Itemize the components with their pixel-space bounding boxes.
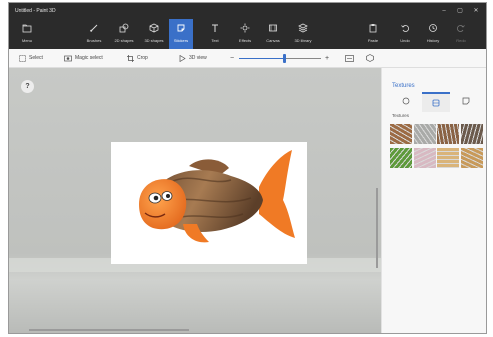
zoom-slider-fill [239, 58, 285, 59]
menu-button[interactable]: Menu [15, 19, 39, 49]
textures-section-label: Textures [392, 113, 410, 118]
undo-icon [401, 25, 409, 32]
tab-stickers[interactable] [392, 92, 420, 110]
3d-library-label: 3D library [294, 38, 312, 43]
redo-label: Redo [456, 38, 466, 43]
3d-view-label: 3D view [189, 55, 207, 61]
texture-swatch-wood-bark[interactable] [390, 124, 412, 144]
select-icon [19, 54, 26, 62]
settings-button[interactable] [366, 54, 374, 62]
canvas-label: Canvas [266, 38, 280, 43]
toolbar: Select Magic select Crop 3D view − + [9, 49, 486, 68]
magic-select-label: Magic select [75, 55, 103, 61]
clipboard-icon [369, 24, 377, 33]
fit-screen-icon [345, 54, 354, 62]
effects-tool[interactable]: Effects [233, 19, 257, 49]
2d-shapes-icon [119, 23, 129, 33]
cube-view-icon [366, 54, 374, 62]
brushes-tool[interactable]: Brushes [82, 19, 106, 49]
ribbon: Menu Brushes 2D shapes 3D shapes Sticker… [9, 19, 486, 49]
undo-button[interactable]: Undo [393, 19, 417, 49]
menu-label: Menu [21, 38, 32, 43]
library-icon [298, 23, 308, 33]
text-label: Text [211, 38, 219, 43]
vertical-scrollbar[interactable] [376, 188, 378, 268]
texture-swatch-pebbles[interactable] [460, 124, 483, 144]
paint3d-window: Untitled - Paint 3D – ▢ ✕ Menu Brushes 2… [8, 2, 487, 334]
folder-icon [22, 24, 32, 33]
texture-tab-icon [432, 99, 440, 107]
stickers-panel: Textures Textures [381, 68, 486, 333]
title-bar: Untitled - Paint 3D – ▢ ✕ [9, 3, 486, 19]
close-button[interactable]: ✕ [471, 6, 481, 16]
canvas-tool[interactable]: Canvas [261, 19, 285, 49]
texture-swatch-oak-wood[interactable] [460, 148, 483, 168]
2d-shapes-label: 2D shapes [114, 38, 134, 43]
tab-textures[interactable] [422, 92, 450, 112]
fish-3d-model[interactable] [111, 142, 307, 264]
texture-swatch-pink-marble[interactable] [413, 148, 436, 168]
3d-view-icon [179, 54, 186, 62]
sticker-tabs [382, 82, 486, 112]
2d-shapes-tool[interactable]: 2D shapes [112, 19, 136, 49]
crop-icon [127, 54, 134, 62]
text-tool[interactable]: Text [203, 19, 227, 49]
crop-label: Crop [137, 55, 148, 61]
canvas-workspace[interactable]: ? [9, 68, 381, 333]
sticker-tab-icon [402, 97, 410, 105]
window-title: Untitled - Paint 3D [15, 8, 56, 14]
maximize-button[interactable]: ▢ [455, 6, 465, 16]
select-button[interactable]: Select [19, 54, 43, 62]
magic-select-icon [64, 55, 72, 61]
sticker-icon [177, 24, 185, 32]
custom-sticker-icon [462, 97, 470, 105]
zoom-slider-thumb[interactable] [282, 54, 286, 63]
drawing-canvas[interactable] [111, 142, 307, 264]
texture-swatch-green-leaves[interactable] [390, 148, 412, 168]
magic-select-button[interactable]: Magic select [64, 54, 103, 62]
horizontal-scrollbar[interactable] [29, 329, 189, 331]
texture-swatch-brown-fur[interactable] [437, 124, 459, 144]
canvas-icon [269, 24, 277, 32]
text-icon [212, 24, 218, 32]
history-button[interactable]: History [421, 19, 445, 49]
brush-icon [90, 24, 98, 32]
zoom-in-icon[interactable]: + [325, 54, 329, 62]
help-button[interactable]: ? [21, 80, 34, 93]
stickers-label: Stickers [173, 38, 189, 43]
history-icon [429, 24, 437, 32]
sun-icon [240, 23, 250, 33]
3d-view-button[interactable]: 3D view [179, 54, 207, 62]
crop-button[interactable]: Crop [127, 54, 148, 62]
tab-custom-sticker[interactable] [452, 92, 480, 110]
zoom-out-icon[interactable]: − [230, 54, 234, 62]
fit-to-screen-button[interactable] [345, 54, 354, 62]
brushes-label: Brushes [86, 38, 102, 43]
zoom-slider[interactable] [239, 54, 321, 63]
paste-button[interactable]: Paste [361, 19, 385, 49]
texture-swatch-light-wood[interactable] [437, 148, 459, 168]
cube-icon [149, 23, 159, 33]
3d-shapes-tool[interactable]: 3D shapes [142, 19, 166, 49]
3d-library-tool[interactable]: 3D library [291, 19, 315, 49]
select-label: Select [29, 55, 43, 61]
redo-icon [457, 25, 465, 32]
redo-button[interactable]: Redo [449, 19, 473, 49]
stickers-tool[interactable]: Stickers [169, 19, 193, 49]
texture-swatch-grey-stone[interactable] [413, 124, 436, 144]
minimize-button[interactable]: – [439, 6, 449, 16]
paste-label: Paste [367, 38, 379, 43]
